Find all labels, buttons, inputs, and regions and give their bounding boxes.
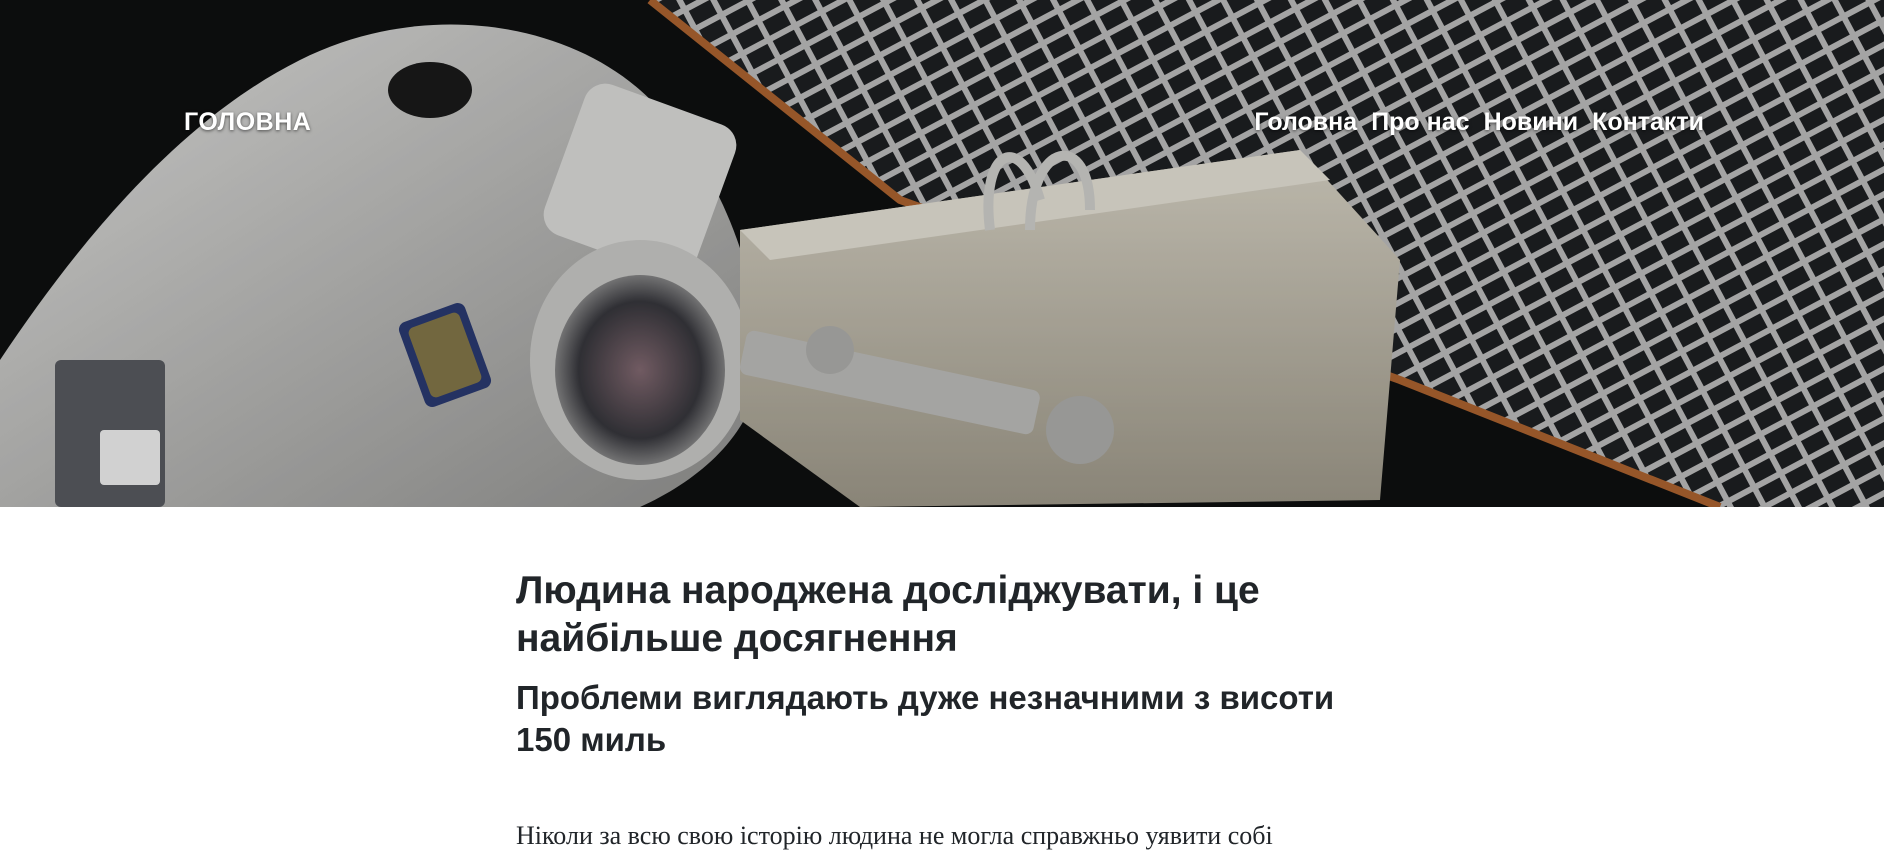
- hero-header: ГОЛОВНА Головна Про нас Новини Контакти: [0, 0, 1884, 507]
- hero-overlay: [0, 0, 1884, 507]
- nav-item-contacts: Контакти: [1592, 108, 1704, 137]
- nav-menu: Головна Про нас Новини Контакти: [1254, 108, 1704, 137]
- post-subtitle: Проблеми виглядають дуже незначними з ви…: [516, 679, 1335, 758]
- article-content: Людина народжена досліджувати, і це найб…: [516, 567, 1396, 855]
- post-title: Людина народжена досліджувати, і це найб…: [516, 569, 1260, 660]
- nav-link-news[interactable]: Новини: [1484, 108, 1579, 136]
- nav-item-about: Про нас: [1371, 108, 1469, 137]
- nav-item-home: Головна: [1254, 108, 1357, 137]
- nav-link-home[interactable]: Головна: [1254, 108, 1357, 136]
- nav-item-news: Новини: [1484, 108, 1579, 137]
- nav-link-contacts[interactable]: Контакти: [1592, 108, 1704, 136]
- top-navbar: ГОЛОВНА Головна Про нас Новини Контакти: [0, 104, 1884, 146]
- post-paragraph: Ніколи за всю свою історію людина не мог…: [516, 821, 1273, 850]
- nav-link-about[interactable]: Про нас: [1371, 108, 1469, 136]
- brand-link[interactable]: ГОЛОВНА: [184, 108, 311, 137]
- article-section: Людина народжена досліджувати, і це найб…: [0, 507, 1884, 855]
